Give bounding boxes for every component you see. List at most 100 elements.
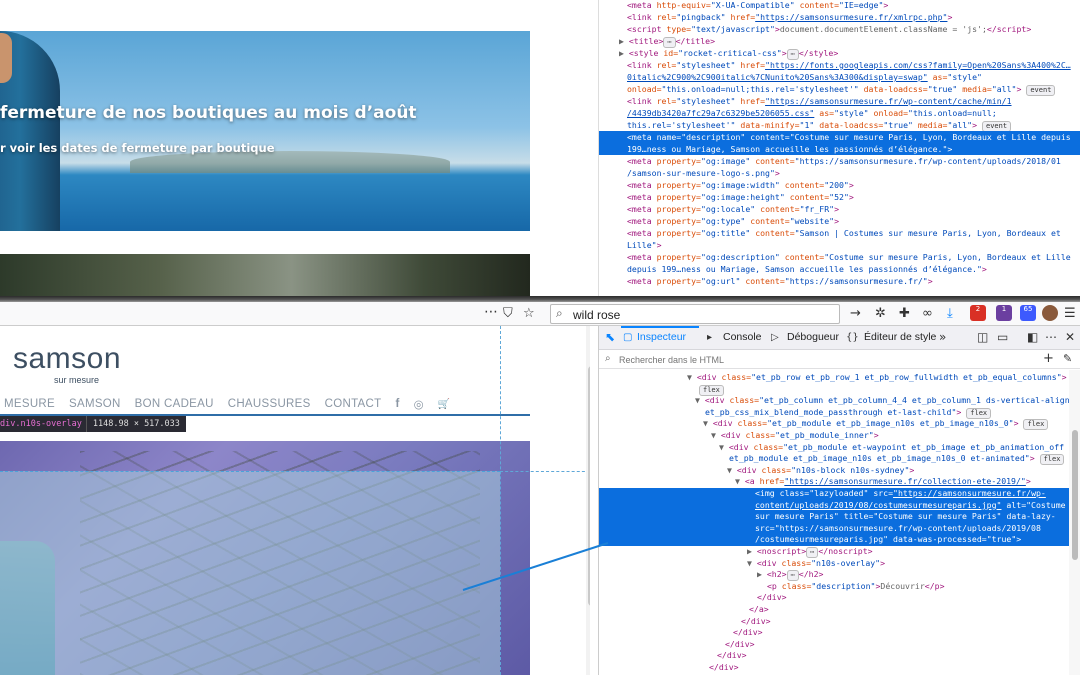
- code-line[interactable]: <meta property="og:image" content="https…: [599, 155, 1080, 167]
- tabs-count: 65: [1023, 305, 1033, 313]
- code-line[interactable]: </div>: [599, 627, 1069, 639]
- code-line[interactable]: <meta http-equiv="X-UA-Compatible" conte…: [599, 0, 1080, 11]
- code-line[interactable]: <meta property="og:title" content="Samso…: [599, 227, 1080, 239]
- html-search-bar: ⌕ + ✎: [599, 351, 1080, 369]
- selected-code-line[interactable]: content/uploads/2019/08/costumesurmesure…: [599, 499, 1069, 512]
- cart-icon[interactable]: 🛒: [438, 399, 451, 410]
- nav-item-contact[interactable]: CONTACT: [325, 398, 382, 410]
- n10s-overlay-highlight: [0, 471, 500, 675]
- tab-debogueur[interactable]: Débogueur: [787, 331, 839, 343]
- close-devtools-icon[interactable]: ✕: [1065, 330, 1075, 344]
- add-node-icon[interactable]: +: [1043, 351, 1054, 366]
- code-line[interactable]: ▼ <div class="et_pb_module et_pb_image_n…: [599, 418, 1069, 431]
- eyedropper-icon[interactable]: ✎: [1063, 352, 1072, 365]
- code-line[interactable]: <meta property="og:type" content="websit…: [599, 215, 1080, 227]
- code-line[interactable]: /4439db3420a7fc29a7c6329be5206055.css" a…: [599, 107, 1080, 119]
- code-line[interactable]: ▼ <div class="et_pb_column et_pb_column_…: [599, 395, 1069, 407]
- download-icon[interactable]: ⤓: [947, 306, 953, 321]
- search-box[interactable]: ⌕: [550, 304, 840, 324]
- page-actions-icon[interactable]: ⋯: [484, 304, 498, 320]
- tab-console[interactable]: Console: [723, 331, 762, 343]
- addon-badge-icon[interactable]: 1: [996, 305, 1012, 321]
- code-line[interactable]: <p class="description">Découvrir</p>: [599, 581, 1069, 593]
- code-line[interactable]: et_pb_module et_pb_image_n10s et_pb_imag…: [599, 453, 1069, 466]
- code-line[interactable]: <meta property="og:image:height" content…: [599, 191, 1080, 203]
- tab-editeur-de-style[interactable]: Éditeur de style: [864, 331, 936, 343]
- code-line[interactable]: ▼ <div class="n10s-block n10s-sydney">: [599, 465, 1069, 477]
- code-line[interactable]: <meta property="og:description" content=…: [599, 251, 1080, 263]
- nav-item-samson[interactable]: SAMSON: [69, 398, 121, 410]
- page-scrollbar-thumb[interactable]: [588, 366, 590, 606]
- tree-scrollbar[interactable]: [1069, 370, 1080, 675]
- code-line[interactable]: ▼ <a href="https://samsonsurmesure.fr/co…: [599, 476, 1069, 488]
- search-input[interactable]: [573, 307, 823, 322]
- code-line[interactable]: <meta property="og:url" content="https:/…: [599, 275, 1080, 287]
- code-line[interactable]: et_pb_css_mix_blend_mode_passthrough et-…: [599, 407, 1069, 419]
- code-line[interactable]: ▼ <div class="et_pb_module et-waypoint e…: [599, 442, 1069, 454]
- addon-badge-count: 1: [1001, 305, 1007, 313]
- code-line[interactable]: <link rel="stylesheet" href="https://fon…: [599, 59, 1080, 71]
- code-line[interactable]: 0italic%2C900%2C900italic%7CNunito%20San…: [599, 71, 1080, 83]
- nav-item-mesure[interactable]: MESURE: [4, 398, 55, 410]
- second-banner-image: [0, 254, 530, 298]
- selected-code-line[interactable]: <img class="lazyloaded" src="https://sam…: [599, 488, 1069, 500]
- code-line[interactable]: Lille">: [599, 239, 1080, 251]
- highlighted-image-module[interactable]: [0, 441, 530, 675]
- screenshot-icon[interactable]: ▭: [997, 330, 1008, 344]
- extension-icon[interactable]: [1042, 305, 1058, 321]
- nav-item-bon-cadeau[interactable]: BON CADEAU: [135, 398, 214, 410]
- code-line[interactable]: <link rel="pingback" href="https://samso…: [599, 11, 1080, 23]
- code-line[interactable]: </div>: [599, 592, 1069, 604]
- tabs-counter-icon[interactable]: 65: [1020, 305, 1036, 321]
- nav-item-chaussures[interactable]: CHAUSSURES: [228, 398, 311, 410]
- page-scrollbar[interactable]: [586, 326, 590, 675]
- infinity-icon[interactable]: ∞: [922, 306, 933, 321]
- responsive-design-icon[interactable]: ◫: [977, 330, 988, 344]
- main-navigation: MESURE SAMSON BON CADEAU CHAUSSURES CONT…: [4, 397, 465, 411]
- ublock-icon[interactable]: 2: [970, 305, 986, 321]
- code-line[interactable]: </a>: [599, 604, 1069, 616]
- code-line[interactable]: <meta property="og:image:width" content=…: [599, 179, 1080, 191]
- console-tab-icon: ▸: [707, 332, 713, 343]
- puzzle-icon[interactable]: ✚: [899, 306, 910, 321]
- dock-side-icon[interactable]: ◧: [1027, 330, 1038, 344]
- instagram-icon[interactable]: ◎: [414, 397, 424, 411]
- hero-subtitle-link[interactable]: r voir les dates de fermeture par boutiq…: [0, 141, 275, 155]
- code-line[interactable]: ▶ <h2> ⋯ </h2>: [599, 569, 1069, 582]
- code-line[interactable]: /samson-sur-mesure-logo-s.png">: [599, 167, 1080, 179]
- code-line[interactable]: flex: [599, 384, 1069, 396]
- selected-code-line[interactable]: src="https://samsonsurmesure.fr/wp-conte…: [599, 522, 1069, 535]
- code-line[interactable]: <link rel="stylesheet" href="https://sam…: [599, 95, 1080, 107]
- hamburger-menu-icon[interactable]: ☰: [1064, 306, 1076, 321]
- code-line[interactable]: depuis 199…ness ou Mariage, Samson accue…: [599, 263, 1080, 275]
- code-line[interactable]: ▼ <div class="et_pb_module_inner">: [599, 430, 1069, 442]
- code-line[interactable]: </div>: [599, 639, 1069, 651]
- code-line[interactable]: <meta property="og:locale" content="fr_F…: [599, 203, 1080, 215]
- element-picker-icon[interactable]: ⬉: [605, 330, 615, 344]
- code-line[interactable]: ▼ <div class="n10s-overlay">: [599, 558, 1069, 570]
- selected-code-line[interactable]: 199…ness ou Mariage, Samson accueille le…: [599, 143, 1080, 155]
- code-line[interactable]: <script type="text/javascript">document.…: [599, 23, 1080, 35]
- selected-code-line[interactable]: <meta name="description" content="Costum…: [599, 131, 1080, 143]
- devtools-menu-icon[interactable]: ⋯: [1045, 330, 1057, 344]
- hero-banner-summer[interactable]: [0, 31, 530, 231]
- search-icon: ⌕: [556, 306, 563, 320]
- tab-inspecteur[interactable]: Inspecteur: [637, 331, 686, 343]
- code-line[interactable]: </div>: [599, 662, 1069, 674]
- webpage-viewport: samson sur mesure MESURE SAMSON BON CADE…: [0, 326, 590, 675]
- selected-code-line[interactable]: sur mesure Paris" title="Costume sur mes…: [599, 511, 1069, 523]
- code-line[interactable]: ▼ <div class="et_pb_row et_pb_row_1 et_p…: [599, 372, 1069, 384]
- more-tabs-chevron-icon[interactable]: »: [939, 330, 946, 344]
- bookmark-star-icon[interactable]: ☆: [523, 306, 535, 321]
- code-line[interactable]: ▶ <noscript> ⋯ </noscript>: [599, 546, 1069, 558]
- html-search-input[interactable]: [619, 353, 1019, 366]
- go-arrow-icon[interactable]: →: [850, 306, 861, 321]
- code-line[interactable]: </div>: [599, 650, 1069, 662]
- pocket-icon[interactable]: ⛉: [503, 306, 513, 321]
- selected-code-line[interactable]: /costumesurmesureparis.jpg" data-was-pro…: [599, 534, 1069, 546]
- site-logo[interactable]: samson: [13, 342, 121, 376]
- settings-gear-icon[interactable]: ✲: [875, 306, 886, 321]
- tree-scrollbar-thumb[interactable]: [1072, 430, 1078, 560]
- code-line[interactable]: </div>: [599, 616, 1069, 628]
- facebook-icon[interactable]: f: [395, 398, 399, 410]
